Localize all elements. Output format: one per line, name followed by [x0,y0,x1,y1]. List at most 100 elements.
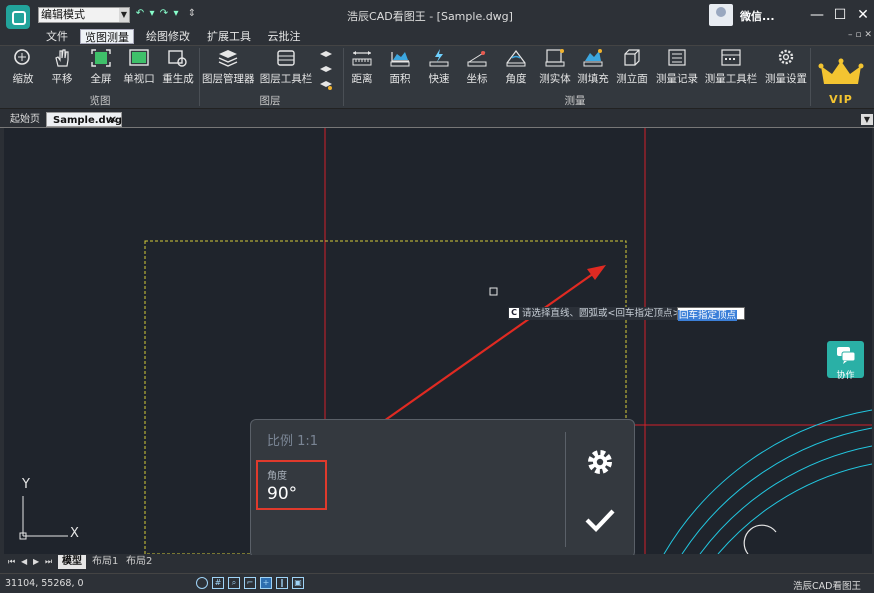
measure-hatch-button[interactable]: 测填充 [576,48,610,90]
measure-quick-button[interactable]: 快速 [424,48,454,90]
pan-button[interactable]: 平移 [47,48,77,90]
zoom-status-icon[interactable]: ⌕ [228,577,240,589]
layout-tab-model[interactable]: 模型 [58,555,86,569]
chat-bubble-icon [836,347,855,364]
measure-elevation-icon [624,49,640,66]
minimize-button[interactable]: — [806,4,828,26]
maximize-button[interactable]: ☐ [829,4,851,26]
measure-hatch-icon [583,49,603,67]
ribbon-separator [199,48,200,106]
layer-manager-icon [218,50,238,67]
tab-list-chevron-icon[interactable]: ▼ [861,114,873,125]
chevron-down-icon[interactable]: ▾ [170,8,182,19]
crown-icon [818,58,864,84]
group-label-measure: 测量 [564,95,586,107]
menu-extension-tools[interactable]: 扩展工具 [203,29,255,44]
scale-label: 比例 1:1 [267,434,319,449]
measure-toolbar-button[interactable]: 测量工具栏 [704,48,758,90]
undo-icon[interactable]: ↶ [134,8,146,19]
tab-start-page[interactable]: 起始页 [4,112,46,127]
brand-name: 浩辰CAD看图王 [793,581,861,592]
next-layout-icon[interactable]: ▶ [33,557,39,566]
zoom-button[interactable]: 缩放 [8,48,38,90]
vip-label: VIP [829,93,853,106]
angle-icon [506,50,526,67]
measure-elevation-button[interactable]: 测立面 [615,48,649,90]
chevron-down-icon[interactable]: ▾ [146,8,158,19]
measure-entity-button[interactable]: 测实体 [538,48,572,90]
ribbon-separator [810,48,811,106]
command-input[interactable]: 回车指定顶点 [677,307,745,321]
layer-quick-tools-icon[interactable] [319,48,333,94]
ribbon-separator [343,48,344,106]
measure-distance-button[interactable]: 距离 [347,48,377,90]
collaborate-label: 协作 [836,371,855,381]
area-icon [390,52,410,67]
layout-tab-2[interactable]: 布局2 [122,555,156,569]
user-avatar[interactable] [709,4,733,26]
measure-coordinate-button[interactable]: 坐标 [462,48,492,90]
status-bar [0,573,874,593]
ribbon-window-controls[interactable]: – ▫ ✕ [848,29,872,42]
panel-divider [565,432,566,547]
pan-hand-icon [55,49,69,67]
menu-file[interactable]: 文件 [40,29,74,44]
gear-icon [588,450,612,474]
menu-cloud-annotation[interactable]: 云批注 [264,29,304,44]
angle-value: 90° [267,484,298,504]
measure-record-icon [668,49,686,66]
chevron-down-icon[interactable]: ▼ [119,8,129,22]
window-title: 浩辰CAD看图王 - [Sample.dwg] [347,10,513,23]
layer-toolbar-button[interactable]: 图层工具栏 [259,48,313,90]
first-layout-icon[interactable]: ⏮ [8,557,15,567]
regenerate-icon [168,50,187,67]
prev-layout-icon[interactable]: ◀ [21,557,27,566]
collaborate-button[interactable]: 协作 [827,341,864,381]
axis-y-label: Y [22,477,30,492]
mode-select[interactable]: 编辑模式 ▼ [38,7,130,23]
polar-tracking-icon[interactable]: + [260,577,272,589]
single-viewport-button[interactable]: 单视口 [122,48,156,90]
measure-area-button[interactable]: 面积 [385,48,415,90]
mode-select-value: 编辑模式 [41,8,85,21]
customize-toolbar-icon[interactable]: ⇕ [186,8,198,19]
measure-record-button[interactable]: 测量记录 [655,48,699,90]
measure-toolbar-icon [721,49,741,66]
regenerate-button[interactable]: 重生成 [160,48,196,90]
tab-sample-dwg[interactable]: Sample.dwg ✕ [46,112,122,127]
command-prompt-text: 请选择直线、圆弧或<回车指定顶点>: [522,308,684,319]
quick-measure-icon [429,49,449,67]
command-prompt: C 请选择直线、圆弧或<回车指定顶点>: [508,307,686,320]
zoom-icon [14,49,30,65]
extents-icon[interactable]: ▣ [292,577,304,589]
user-name[interactable]: 微信... [740,8,775,24]
panel-settings-button[interactable] [584,446,616,478]
measure-angle-button[interactable]: 角度 [501,48,531,90]
group-label-view: 览图 [89,95,111,107]
command-input-value: 回车指定顶点 [678,310,738,321]
measure-settings-button[interactable]: 测量设置 [764,48,808,90]
grid-icon[interactable]: # [212,577,224,589]
redo-icon[interactable]: ↷ [158,8,170,19]
menu-view-measure[interactable]: 览图测量 [80,29,134,44]
command-icon: C [509,308,519,318]
measure-settings-icon [778,49,794,65]
angle-highlight-box: 角度 90° [256,460,327,510]
snap-tracking-icon[interactable]: ‖ [276,577,288,589]
checkmark-icon [585,509,615,533]
fullscreen-button[interactable]: 全屏 [86,48,116,90]
close-button[interactable]: ✕ [852,4,874,26]
ortho-icon[interactable]: ⌐ [244,577,256,589]
menu-draw-modify[interactable]: 绘图修改 [142,29,194,44]
vip-button[interactable]: VIP [818,58,864,106]
measure-result-panel: 比例 1:1 角度 90° [250,419,635,558]
object-snap-icon[interactable] [196,577,208,589]
close-icon[interactable]: ✕ [109,113,117,128]
group-label-layer: 图层 [259,95,281,107]
layer-manager-button[interactable]: 图层管理器 [202,48,255,90]
app-logo-icon [6,5,30,29]
single-viewport-icon [129,49,149,66]
panel-confirm-button[interactable] [584,506,616,534]
last-layout-icon[interactable]: ⏭ [45,557,52,567]
layout-tab-1[interactable]: 布局1 [88,555,122,569]
